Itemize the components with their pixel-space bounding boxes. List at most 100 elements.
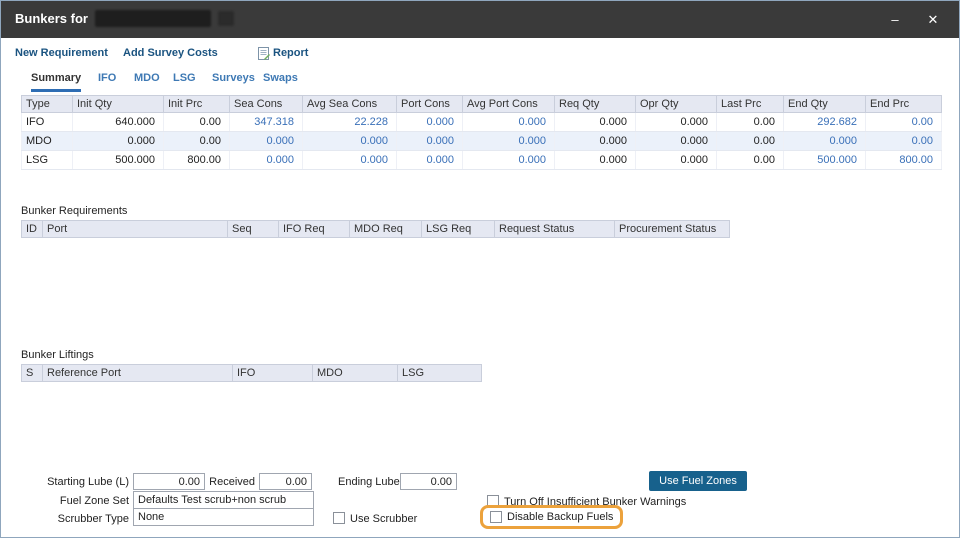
cell-req-qty[interactable]: 0.000 bbox=[555, 151, 636, 170]
fuel-zone-set-input[interactable] bbox=[133, 491, 314, 509]
bunker-liftings-table: S Reference Port IFO MDO LSG bbox=[21, 364, 482, 382]
tab-surveys[interactable]: Surveys bbox=[212, 72, 255, 89]
ending-lube-input[interactable] bbox=[400, 473, 457, 490]
summary-row-ifo: IFO 640.000 0.00 347.318 22.228 0.000 0.… bbox=[22, 113, 942, 132]
cell-sea-cons[interactable]: 347.318 bbox=[230, 113, 303, 132]
cell-avg-port-cons[interactable]: 0.000 bbox=[463, 132, 555, 151]
fuel-zone-set-label: Fuel Zone Set bbox=[35, 495, 129, 507]
cell-port-cons[interactable]: 0.000 bbox=[397, 151, 463, 170]
report-icon bbox=[257, 47, 270, 60]
starting-lube-input[interactable] bbox=[133, 473, 205, 490]
cell-avg-port-cons[interactable]: 0.000 bbox=[463, 151, 555, 170]
col-header-ifo-req: IFO Req bbox=[279, 221, 350, 238]
redacted-voyage-number bbox=[218, 11, 234, 26]
cell-init-prc[interactable]: 0.00 bbox=[164, 132, 230, 151]
requirements-header-row: ID Port Seq IFO Req MDO Req LSG Req Requ… bbox=[22, 221, 730, 238]
bunker-liftings-label: Bunker Liftings bbox=[21, 349, 94, 361]
use-scrubber-checkbox[interactable] bbox=[333, 512, 345, 524]
use-fuel-zones-button[interactable]: Use Fuel Zones bbox=[649, 471, 747, 491]
col-header-end-qty: End Qty bbox=[784, 96, 866, 113]
redacted-vessel-name bbox=[95, 10, 211, 27]
tab-ifo[interactable]: IFO bbox=[98, 72, 116, 89]
summary-table: Type Init Qty Init Prc Sea Cons Avg Sea … bbox=[21, 95, 942, 170]
col-header-id: ID bbox=[22, 221, 43, 238]
tab-summary[interactable]: Summary bbox=[31, 72, 81, 92]
col-header-lsg-req: LSG Req bbox=[422, 221, 495, 238]
disable-backup-fuels-checkbox[interactable] bbox=[490, 511, 502, 523]
title-bar[interactable]: Bunkers for – ✕ bbox=[1, 1, 959, 38]
summary-header-row: Type Init Qty Init Prc Sea Cons Avg Sea … bbox=[22, 96, 942, 113]
cell-init-qty[interactable]: 500.000 bbox=[73, 151, 164, 170]
received-input[interactable] bbox=[259, 473, 312, 490]
received-label: Received bbox=[205, 476, 255, 488]
disable-backup-fuels-label: Disable Backup Fuels bbox=[507, 511, 613, 523]
cell-port-cons[interactable]: 0.000 bbox=[397, 132, 463, 151]
col-header-port: Port bbox=[43, 221, 228, 238]
new-requirement-button[interactable]: New Requirement bbox=[15, 47, 108, 59]
cell-init-qty[interactable]: 640.000 bbox=[73, 113, 164, 132]
cell-last-prc[interactable]: 0.00 bbox=[717, 132, 784, 151]
cell-type: LSG bbox=[22, 151, 73, 170]
cell-avg-sea-cons[interactable]: 0.000 bbox=[303, 132, 397, 151]
cell-end-prc[interactable]: 0.00 bbox=[866, 113, 942, 132]
cell-opr-qty[interactable]: 0.000 bbox=[636, 113, 717, 132]
cell-sea-cons[interactable]: 0.000 bbox=[230, 132, 303, 151]
cell-end-prc[interactable]: 800.00 bbox=[866, 151, 942, 170]
cell-end-qty[interactable]: 292.682 bbox=[784, 113, 866, 132]
close-button[interactable]: ✕ bbox=[919, 1, 947, 38]
tab-swaps[interactable]: Swaps bbox=[263, 72, 298, 89]
cell-end-qty[interactable]: 0.000 bbox=[784, 132, 866, 151]
cell-type: MDO bbox=[22, 132, 73, 151]
col-header-s: S bbox=[22, 365, 43, 382]
cell-init-qty[interactable]: 0.000 bbox=[73, 132, 164, 151]
col-header-init-qty: Init Qty bbox=[73, 96, 164, 113]
cell-avg-sea-cons[interactable]: 22.228 bbox=[303, 113, 397, 132]
report-button[interactable]: Report bbox=[273, 47, 308, 59]
cell-type: IFO bbox=[22, 113, 73, 132]
summary-row-mdo: MDO 0.000 0.00 0.000 0.000 0.000 0.000 0… bbox=[22, 132, 942, 151]
bunker-requirements-table: ID Port Seq IFO Req MDO Req LSG Req Requ… bbox=[21, 220, 730, 238]
liftings-header-row: S Reference Port IFO MDO LSG bbox=[22, 365, 482, 382]
col-header-mdo: MDO bbox=[313, 365, 398, 382]
scrubber-type-label: Scrubber Type bbox=[35, 513, 129, 525]
tab-lsg[interactable]: LSG bbox=[173, 72, 196, 89]
cell-end-qty[interactable]: 500.000 bbox=[784, 151, 866, 170]
cell-last-prc[interactable]: 0.00 bbox=[717, 113, 784, 132]
cell-last-prc[interactable]: 0.00 bbox=[717, 151, 784, 170]
cell-sea-cons[interactable]: 0.000 bbox=[230, 151, 303, 170]
col-header-init-prc: Init Prc bbox=[164, 96, 230, 113]
col-header-avg-port-cons: Avg Port Cons bbox=[463, 96, 555, 113]
tab-mdo[interactable]: MDO bbox=[134, 72, 160, 89]
disable-backup-fuels-highlight: Disable Backup Fuels bbox=[480, 505, 623, 529]
cell-opr-qty[interactable]: 0.000 bbox=[636, 151, 717, 170]
col-header-end-prc: End Prc bbox=[866, 96, 942, 113]
use-scrubber-label: Use Scrubber bbox=[350, 513, 417, 525]
col-header-seq: Seq bbox=[228, 221, 279, 238]
col-header-ifo: IFO bbox=[233, 365, 313, 382]
col-header-sea-cons: Sea Cons bbox=[230, 96, 303, 113]
cell-port-cons[interactable]: 0.000 bbox=[397, 113, 463, 132]
cell-init-prc[interactable]: 0.00 bbox=[164, 113, 230, 132]
cell-avg-sea-cons[interactable]: 0.000 bbox=[303, 151, 397, 170]
col-header-avg-sea-cons: Avg Sea Cons bbox=[303, 96, 397, 113]
cell-opr-qty[interactable]: 0.000 bbox=[636, 132, 717, 151]
cell-req-qty[interactable]: 0.000 bbox=[555, 132, 636, 151]
col-header-last-prc: Last Prc bbox=[717, 96, 784, 113]
col-header-procurement-status: Procurement Status bbox=[615, 221, 730, 238]
starting-lube-label: Starting Lube (L) bbox=[35, 476, 129, 488]
col-header-type: Type bbox=[22, 96, 73, 113]
ending-lube-label: Ending Lube bbox=[338, 476, 400, 488]
cell-avg-port-cons[interactable]: 0.000 bbox=[463, 113, 555, 132]
scrubber-type-input[interactable] bbox=[133, 508, 314, 526]
col-header-opr-qty: Opr Qty bbox=[636, 96, 717, 113]
cell-end-prc[interactable]: 0.00 bbox=[866, 132, 942, 151]
col-header-req-qty: Req Qty bbox=[555, 96, 636, 113]
bunkers-dialog: Bunkers for – ✕ New Requirement Add Surv… bbox=[0, 0, 960, 538]
cell-req-qty[interactable]: 0.000 bbox=[555, 113, 636, 132]
cell-init-prc[interactable]: 800.00 bbox=[164, 151, 230, 170]
minimize-button[interactable]: – bbox=[881, 1, 909, 38]
col-header-request-status: Request Status bbox=[495, 221, 615, 238]
col-header-lsg: LSG bbox=[398, 365, 482, 382]
col-header-port-cons: Port Cons bbox=[397, 96, 463, 113]
add-survey-costs-button[interactable]: Add Survey Costs bbox=[123, 47, 218, 59]
